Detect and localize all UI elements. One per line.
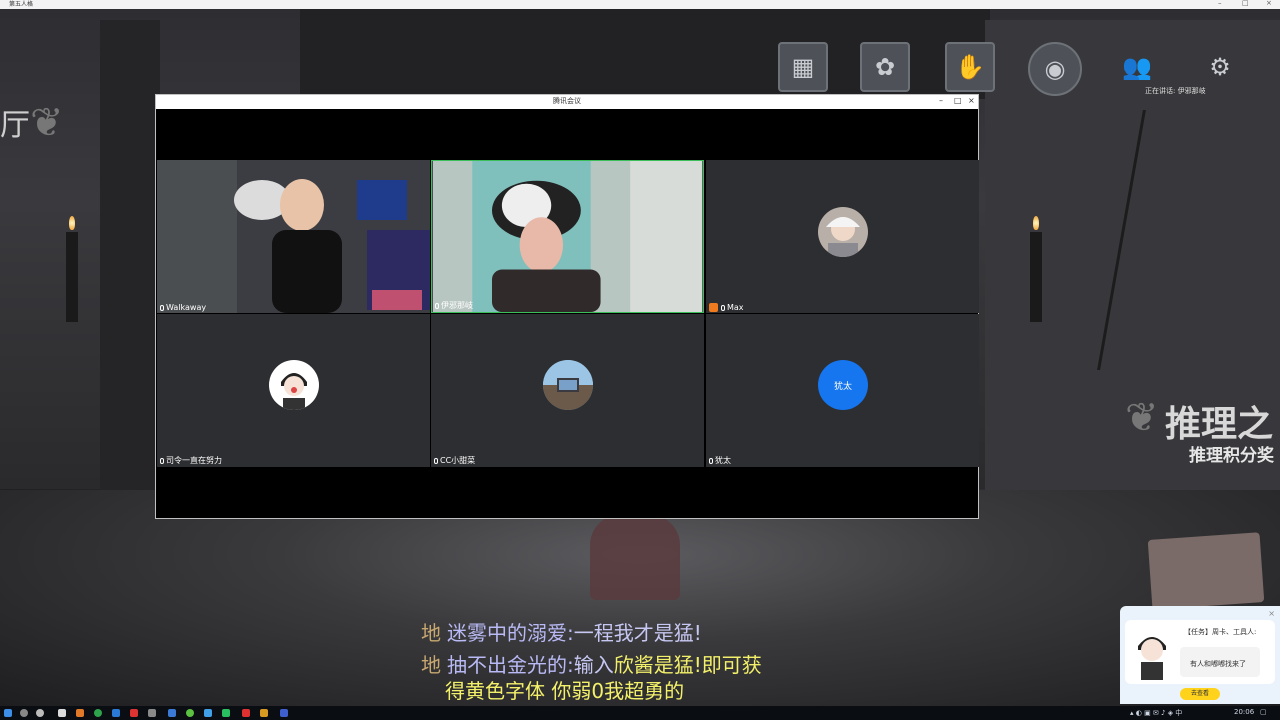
participant-label: 伊邪那岐 — [435, 300, 473, 311]
participant-tile[interactable]: Max — [706, 160, 979, 313]
taskbar: ▴ ◐ ▣ ✉ ♪ ◈ 中 20:06 ▢ — [0, 706, 1280, 720]
participant-label: 司令一直在努力 — [160, 455, 222, 466]
meeting-window: 腾讯会议 – □ × Walkaway 伊邪那岐 Max 司令一直在努力 CC小… — [155, 94, 979, 519]
participant-tile[interactable]: 司令一直在努力 — [157, 314, 430, 467]
app-icon[interactable] — [186, 709, 194, 717]
speaking-notice: 正在讲话: 伊邪那岐 — [1145, 87, 1206, 95]
search-icon[interactable] — [20, 709, 28, 717]
mic-icon — [160, 457, 164, 464]
pillar-left — [100, 20, 160, 500]
danmaku-line: 地抽不出金光的:输入欣酱是猛!即可获 — [421, 653, 762, 677]
maximize-icon[interactable]: □ — [1242, 0, 1249, 7]
app-icon[interactable] — [148, 709, 156, 717]
book — [1147, 532, 1265, 610]
app-icon[interactable] — [222, 709, 230, 717]
mic-icon — [721, 304, 725, 311]
app-icon[interactable] — [112, 709, 120, 717]
app-icon[interactable] — [94, 709, 102, 717]
notification-popup: × 【任务】周卡、工具人: 有人和嘟嘟找来了 去查看 — [1120, 606, 1280, 704]
meeting-maximize-icon[interactable]: □ — [954, 96, 962, 105]
profile-icon[interactable]: ◉ — [1028, 42, 1082, 96]
participant-label: Max — [709, 303, 744, 312]
participant-label: 犹太 — [709, 455, 731, 466]
avatar — [543, 360, 593, 410]
close-icon[interactable]: × — [1268, 609, 1275, 618]
minimize-icon[interactable]: – — [1218, 0, 1222, 7]
popup-view-button[interactable]: 去查看 — [1180, 688, 1220, 700]
close-icon[interactable]: × — [1266, 0, 1272, 7]
popup-title: 【任务】周卡、工具人: — [1184, 628, 1257, 636]
app-icon[interactable] — [58, 709, 66, 717]
mic-icon — [434, 457, 438, 464]
task-view-icon[interactable] — [36, 709, 44, 717]
friends-icon[interactable]: 👥 — [1112, 42, 1162, 92]
participant-tile[interactable]: CC小甜菜 — [431, 314, 704, 467]
game-left-char: 厅 — [0, 108, 30, 143]
meeting-title: 腾讯会议 — [553, 97, 581, 105]
game-title-big: 推理之 — [1165, 404, 1274, 445]
flower-icon[interactable]: ✿ — [860, 42, 910, 92]
gallery-icon[interactable]: ▦ — [778, 42, 828, 92]
clock: 20:06 — [1234, 708, 1255, 716]
participant-label: Walkaway — [160, 303, 206, 312]
host-icon — [709, 303, 718, 312]
flame-icon — [1033, 216, 1039, 230]
mic-icon — [709, 457, 713, 464]
video-feed — [432, 161, 703, 312]
chibi-icon — [1138, 637, 1166, 680]
participant-tile[interactable]: 伊邪那岐 — [431, 160, 704, 313]
flame-icon — [69, 216, 75, 230]
candle-left — [66, 232, 78, 322]
settings-icon[interactable]: ⚙ — [1195, 42, 1245, 92]
app-icon[interactable] — [168, 709, 176, 717]
participant-tile[interactable]: 犹太 犹太 — [706, 314, 979, 467]
avatar: 犹太 — [818, 360, 868, 410]
video-feed — [157, 160, 430, 313]
avatar — [269, 360, 319, 410]
participant-tile[interactable]: Walkaway — [157, 160, 430, 313]
meeting-close-icon[interactable]: × — [968, 96, 975, 105]
avatar — [818, 207, 868, 257]
app-icon[interactable] — [242, 709, 250, 717]
app-icon[interactable] — [280, 709, 288, 717]
app-icon[interactable] — [130, 709, 138, 717]
hands-icon[interactable]: ✋ — [945, 42, 995, 92]
mic-icon — [435, 302, 439, 309]
app-icon[interactable] — [76, 709, 84, 717]
participant-label: CC小甜菜 — [434, 455, 475, 466]
app-icon[interactable] — [204, 709, 212, 717]
notification-icon[interactable]: ▢ — [1260, 708, 1267, 716]
laurel-icon: ❦ — [1125, 395, 1159, 441]
laurel-icon: ❦ — [30, 100, 64, 146]
meeting-titlebar: 腾讯会议 – □ × — [156, 95, 978, 109]
candle-right — [1030, 232, 1042, 322]
start-icon[interactable] — [4, 709, 12, 717]
danmaku-line: 得黄色字体 你弱0我超勇的 — [445, 679, 685, 703]
game-character — [590, 515, 680, 600]
participant-grid: Walkaway 伊邪那岐 Max 司令一直在努力 CC小甜菜 犹太 犹太 — [157, 160, 979, 468]
game-title-small: 推理积分奖 — [1189, 446, 1274, 466]
os-window-title: 第五人格 — [9, 1, 34, 8]
mic-icon — [160, 304, 164, 311]
danmaku-line: 地迷雾中的溺爱:一程我才是猛! — [421, 621, 702, 645]
popup-message: 有人和嘟嘟找来了 — [1190, 660, 1246, 668]
tray-icons[interactable]: ▴ ◐ ▣ ✉ ♪ ◈ 中 — [1130, 708, 1182, 718]
app-icon[interactable] — [260, 709, 268, 717]
meeting-minimize-icon[interactable]: – — [939, 96, 943, 105]
os-titlebar: 第五人格 – □ × — [0, 0, 1280, 9]
